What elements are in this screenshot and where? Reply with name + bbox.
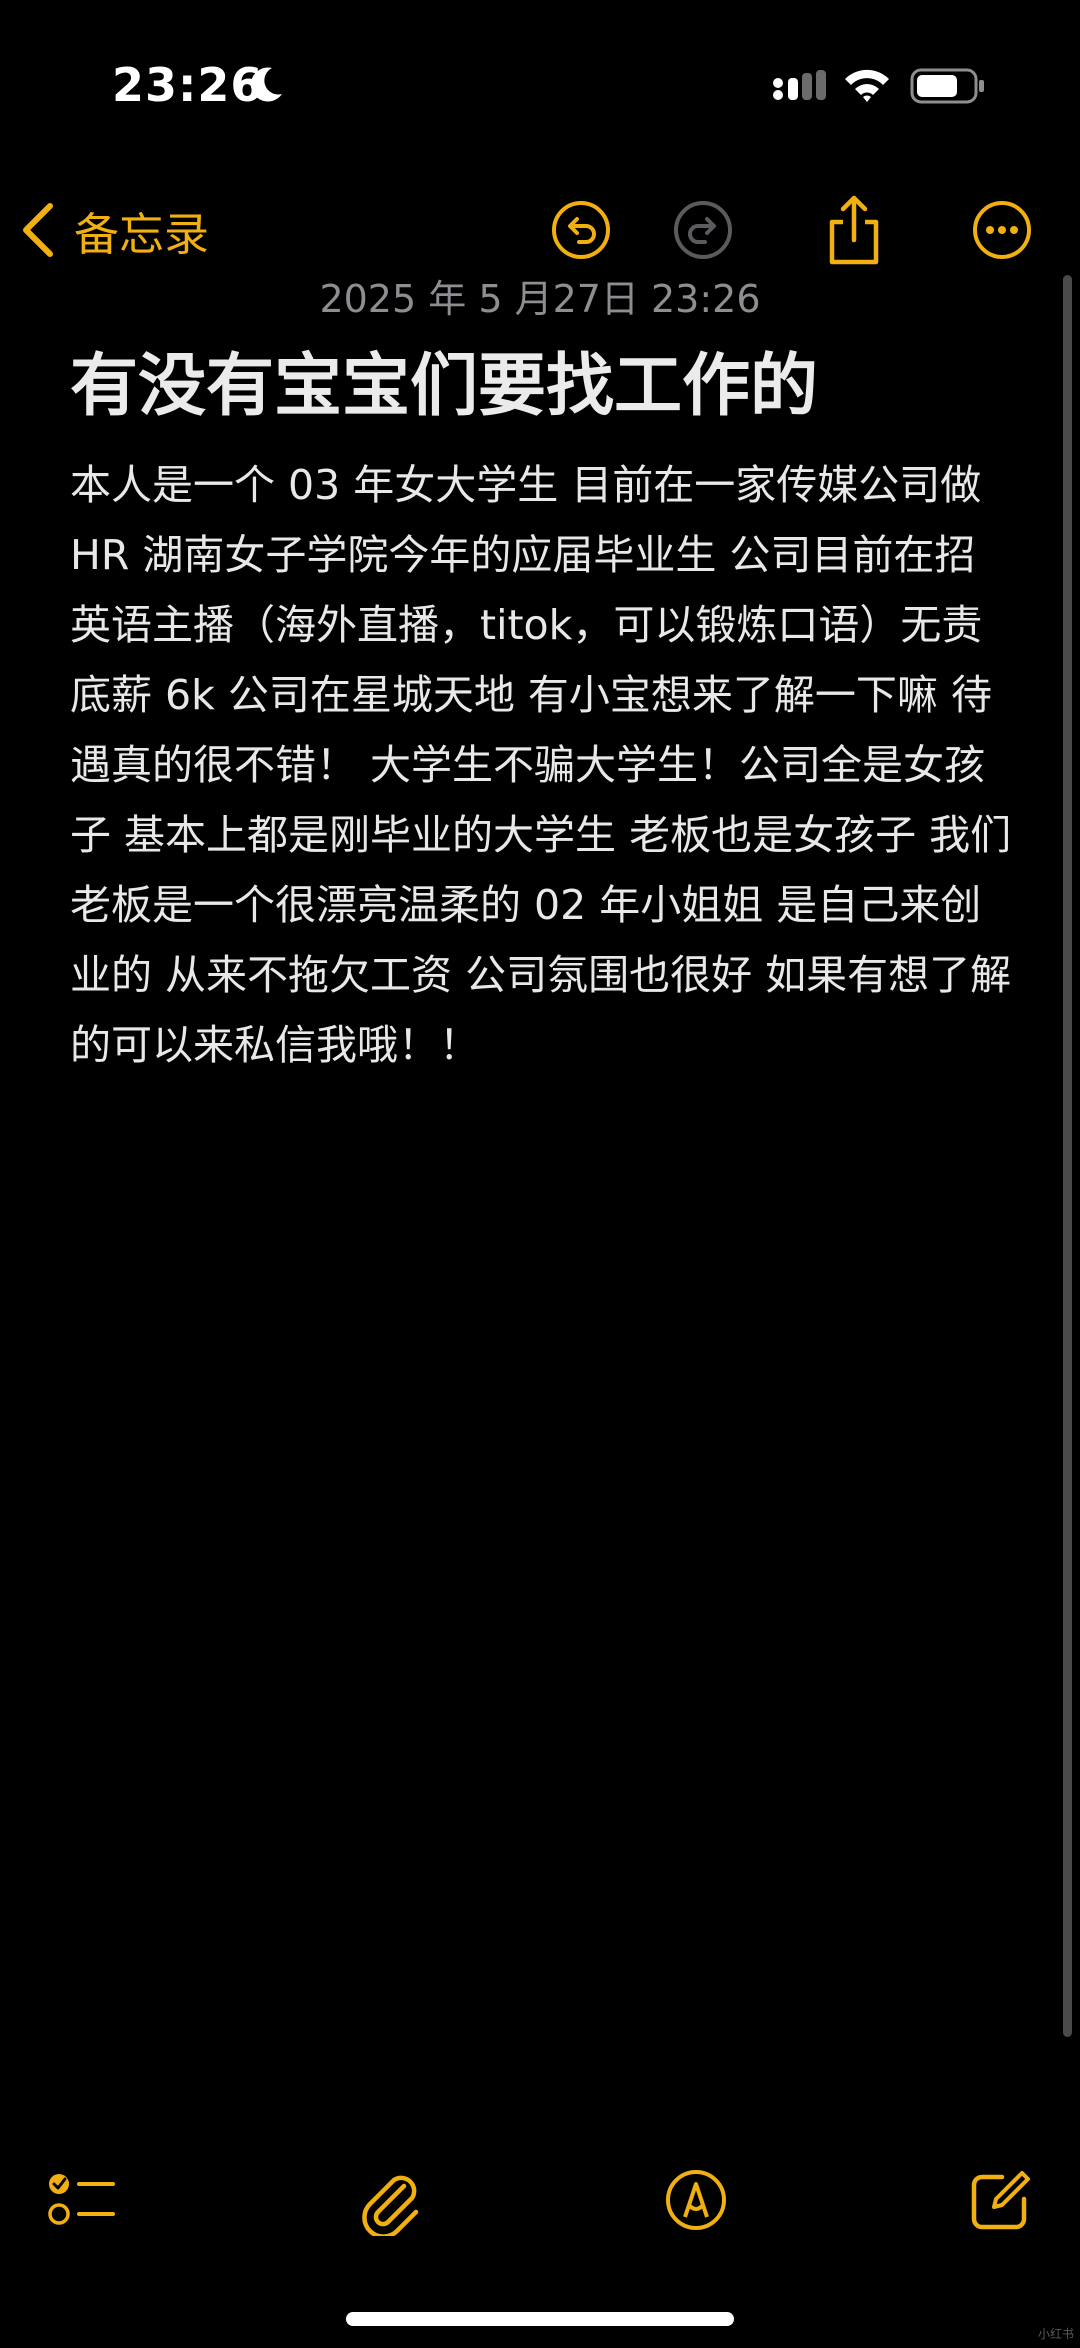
checklist-button[interactable] bbox=[27, 2140, 137, 2260]
cellular-signal-icon bbox=[773, 70, 826, 100]
checklist-icon bbox=[48, 2174, 115, 2225]
paperclip-icon bbox=[362, 2175, 419, 2236]
bottom-toolbar bbox=[0, 2140, 1080, 2260]
ellipsis-icon bbox=[973, 201, 1031, 259]
status-time: 23:26 bbox=[112, 58, 264, 112]
wifi-icon bbox=[845, 69, 889, 102]
chevron-left-icon bbox=[23, 203, 53, 257]
note-body[interactable]: 本人是一个 03 年女大学生 目前在一家传媒公司做 HR 湖南女子学院今年的应届… bbox=[70, 450, 1016, 1080]
battery-icon bbox=[910, 68, 984, 104]
compose-icon bbox=[971, 2171, 1030, 2230]
back-label: 备忘录 bbox=[74, 207, 210, 261]
undo-icon bbox=[552, 201, 610, 259]
status-bar: 23:26 bbox=[0, 0, 1080, 170]
note-timestamp: 2025 年 5 月27日 23:26 bbox=[319, 277, 761, 321]
markup-pen-icon bbox=[666, 2170, 726, 2230]
redo-icon bbox=[674, 201, 732, 259]
share-icon bbox=[829, 195, 879, 265]
back-button[interactable]: 备忘录 bbox=[20, 180, 209, 280]
attachment-button[interactable] bbox=[335, 2140, 445, 2260]
moon-icon bbox=[250, 67, 282, 102]
home-indicator[interactable] bbox=[346, 2312, 734, 2326]
scrollbar[interactable] bbox=[1063, 275, 1072, 2037]
markup-button[interactable] bbox=[641, 2140, 751, 2260]
compose-button[interactable] bbox=[946, 2140, 1056, 2260]
note-title[interactable]: 有没有宝宝们要找工作的 bbox=[70, 342, 1030, 432]
watermark: 小红书 bbox=[1038, 2327, 1075, 2341]
